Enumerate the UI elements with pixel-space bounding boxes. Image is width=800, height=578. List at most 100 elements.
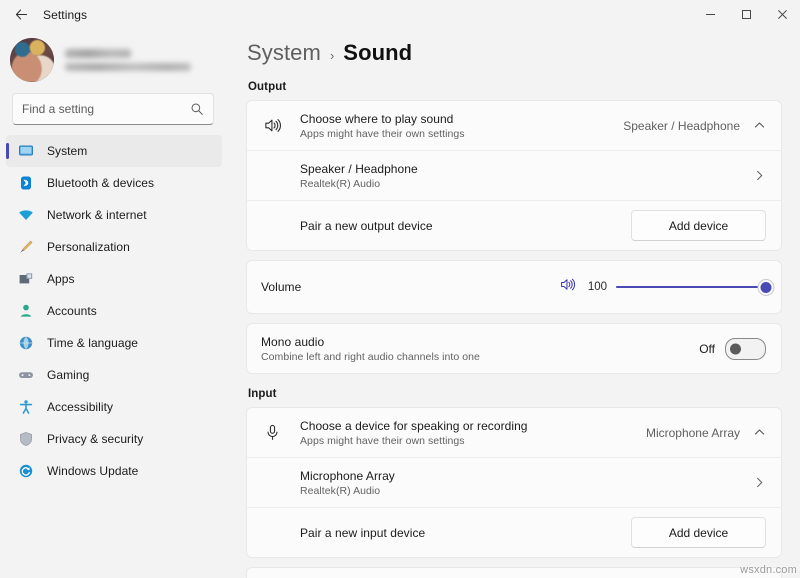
output-device-title: Speaker / Headphone <box>300 162 752 176</box>
sidebar-item-label: Time & language <box>47 336 138 350</box>
mono-audio-title: Mono audio <box>261 335 699 349</box>
input-volume-card: Volume 100 <box>246 567 782 578</box>
maximize-button[interactable] <box>728 0 764 29</box>
body: System Bluetooth & devices <box>0 29 800 578</box>
output-volume-slider[interactable] <box>616 279 766 295</box>
sidebar-item-privacy-security[interactable]: Privacy & security <box>6 423 222 455</box>
shield-icon <box>17 431 34 448</box>
output-volume-title: Volume <box>261 280 559 294</box>
search-wrapper <box>12 93 214 125</box>
bluetooth-icon <box>17 175 34 192</box>
sidebar-item-label: Windows Update <box>47 464 138 478</box>
avatar <box>10 38 54 82</box>
watermark: wsxdn.com <box>740 564 797 576</box>
output-device-subtitle: Realtek(R) Audio <box>300 178 752 190</box>
toggle-knob <box>730 343 741 354</box>
content-pane: System › Sound Output <box>228 29 800 578</box>
accessibility-icon <box>17 399 34 416</box>
search-input[interactable] <box>22 102 190 116</box>
choose-output-title: Choose where to play sound <box>300 112 623 126</box>
choose-input-row[interactable]: Choose a device for speaking or recordin… <box>247 408 781 457</box>
breadcrumb-parent[interactable]: System <box>247 40 321 66</box>
search-icon[interactable] <box>190 102 204 116</box>
slider-fill <box>616 286 766 289</box>
update-icon <box>17 463 34 480</box>
sidebar-item-apps[interactable]: Apps <box>6 263 222 295</box>
sidebar-item-accounts[interactable]: Accounts <box>6 295 222 327</box>
output-device-texts: Speaker / Headphone Realtek(R) Audio <box>300 162 752 190</box>
mono-audio-texts: Mono audio Combine left and right audio … <box>261 335 699 363</box>
sidebar-item-accessibility[interactable]: Accessibility <box>6 391 222 423</box>
maximize-icon <box>741 9 752 20</box>
output-volume-card: Volume 100 <box>246 260 782 314</box>
pair-output-title: Pair a new output device <box>300 219 631 233</box>
sidebar-item-label: Accessibility <box>47 400 113 414</box>
section-label-input: Input <box>248 388 782 400</box>
wifi-icon <box>17 207 34 224</box>
minimize-icon <box>705 9 716 20</box>
brush-icon <box>17 239 34 256</box>
chevron-up-icon[interactable] <box>752 119 766 132</box>
input-device-title: Microphone Array <box>300 469 752 483</box>
globe-icon <box>17 335 34 352</box>
sidebar-item-gaming[interactable]: Gaming <box>6 359 222 391</box>
sidebar-item-label: Personalization <box>47 240 130 254</box>
choose-output-texts: Choose where to play sound Apps might ha… <box>300 112 623 140</box>
breadcrumb: System › Sound <box>246 29 782 66</box>
sidebar-item-label: Network & internet <box>47 208 147 222</box>
gamepad-icon <box>17 367 34 384</box>
input-device-group: Choose a device for speaking or recordin… <box>246 407 782 558</box>
avatar-image <box>10 38 54 82</box>
sidebar-item-bluetooth-devices[interactable]: Bluetooth & devices <box>6 167 222 199</box>
account-email <box>65 63 191 71</box>
person-icon <box>17 303 34 320</box>
sidebar-item-label: Gaming <box>47 368 89 382</box>
chevron-right-icon[interactable] <box>752 476 766 489</box>
close-icon <box>777 9 788 20</box>
caption-buttons <box>692 0 800 29</box>
back-button[interactable] <box>4 0 38 29</box>
sidebar-item-label: Privacy & security <box>47 432 143 446</box>
monitor-icon <box>17 143 34 160</box>
mono-audio-toggle-area: Off <box>699 338 766 360</box>
choose-input-subtitle: Apps might have their own settings <box>300 435 646 447</box>
input-device-subtitle: Realtek(R) Audio <box>300 485 752 497</box>
chevron-up-icon[interactable] <box>752 426 766 439</box>
choose-output-value: Speaker / Headphone <box>623 119 740 133</box>
window-title: Settings <box>43 8 87 22</box>
add-output-device-button[interactable]: Add device <box>631 210 766 241</box>
minimize-button[interactable] <box>692 0 728 29</box>
output-volume-row: Volume 100 <box>247 261 781 313</box>
add-input-device-button[interactable]: Add device <box>631 517 766 548</box>
pair-input-title: Pair a new input device <box>300 526 631 540</box>
choose-input-texts: Choose a device for speaking or recordin… <box>300 419 646 447</box>
sidebar-item-time-language[interactable]: Time & language <box>6 327 222 359</box>
output-volume-value: 100 <box>585 281 607 293</box>
sidebar-item-label: System <box>47 144 87 158</box>
mono-audio-toggle[interactable] <box>725 338 766 360</box>
sidebar: System Bluetooth & devices <box>0 29 228 578</box>
input-device-texts: Microphone Array Realtek(R) Audio <box>300 469 752 497</box>
sidebar-item-network-internet[interactable]: Network & internet <box>6 199 222 231</box>
input-device-row[interactable]: Microphone Array Realtek(R) Audio <box>247 457 781 507</box>
account-card[interactable] <box>0 31 228 89</box>
chevron-right-icon[interactable] <box>752 169 766 182</box>
output-device-row[interactable]: Speaker / Headphone Realtek(R) Audio <box>247 150 781 200</box>
sidebar-item-personalization[interactable]: Personalization <box>6 231 222 263</box>
close-button[interactable] <box>764 0 800 29</box>
sidebar-nav: System Bluetooth & devices <box>0 135 228 578</box>
choose-output-row[interactable]: Choose where to play sound Apps might ha… <box>247 101 781 150</box>
mono-audio-row: Mono audio Combine left and right audio … <box>247 324 781 373</box>
pair-output-texts: Pair a new output device <box>300 219 631 233</box>
output-volume-texts: Volume <box>261 280 559 294</box>
sidebar-item-system[interactable]: System <box>6 135 222 167</box>
speaker-icon[interactable] <box>559 276 576 298</box>
output-device-group: Choose where to play sound Apps might ha… <box>246 100 782 251</box>
speaker-icon <box>261 116 283 135</box>
pair-input-row: Pair a new input device Add device <box>247 507 781 557</box>
sidebar-item-windows-update[interactable]: Windows Update <box>6 455 222 487</box>
sidebar-item-label: Bluetooth & devices <box>47 176 154 190</box>
slider-thumb[interactable] <box>759 280 774 295</box>
search-box[interactable] <box>12 93 214 125</box>
page-title: Sound <box>343 40 412 66</box>
